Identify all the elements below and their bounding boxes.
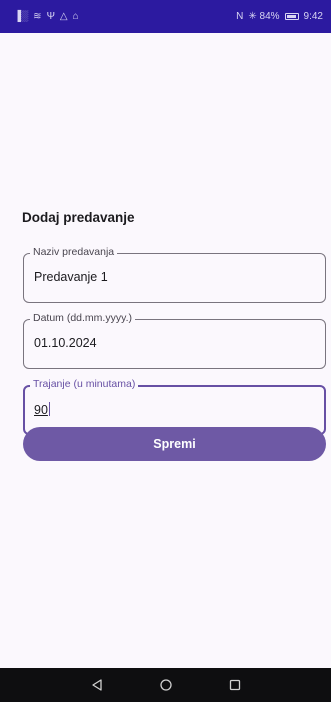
lecture-name-value: Predavanje 1 [34,270,108,284]
status-time: 9:42 [303,11,323,22]
notification-icon: ⌂ [72,10,79,22]
lecture-name-label: Naziv predavanja [30,246,118,258]
home-button[interactable] [156,675,176,695]
warning-icon: △ [59,10,68,22]
date-field[interactable]: Datum (dd.mm.yyyy.) 01.10.2024 [23,312,326,369]
recents-button[interactable] [225,675,245,695]
text-cursor [48,402,50,416]
status-bar: ▐░ ≋ Ψ △ ⌂ N ✳ 84% 9:42 [0,0,331,33]
system-navigation-bar [0,668,331,702]
duration-value-text: 90 [34,403,48,417]
page-title: Dodaj predavanje [22,210,135,225]
duration-value: 90 [34,402,50,417]
back-button[interactable] [87,675,107,695]
nfc-icon: N [236,10,244,22]
usb-icon: Ψ [46,10,55,22]
status-right-info: N ✳ 84% 9:42 [236,11,323,22]
back-triangle-icon [91,679,102,691]
save-button[interactable]: Spremi [23,427,326,461]
battery-icon [284,13,299,20]
lecture-name-field[interactable]: Naziv predavanja Predavanje 1 [23,246,326,303]
status-left-icons: ▐░ ≋ Ψ △ ⌂ [14,10,79,22]
recents-square-icon [229,679,240,691]
date-label: Datum (dd.mm.yyyy.) [30,312,135,324]
date-value: 01.10.2024 [34,336,97,350]
wifi-icon: ≋ [33,10,42,22]
screen-content: Dodaj predavanje Naziv predavanja Predav… [0,33,331,668]
home-circle-icon [159,679,172,691]
sim-signal-icon: ▐░ [14,10,29,22]
duration-label: Trajanje (u minutama) [30,378,139,390]
battery-percentage: ✳ 84% [248,11,280,22]
